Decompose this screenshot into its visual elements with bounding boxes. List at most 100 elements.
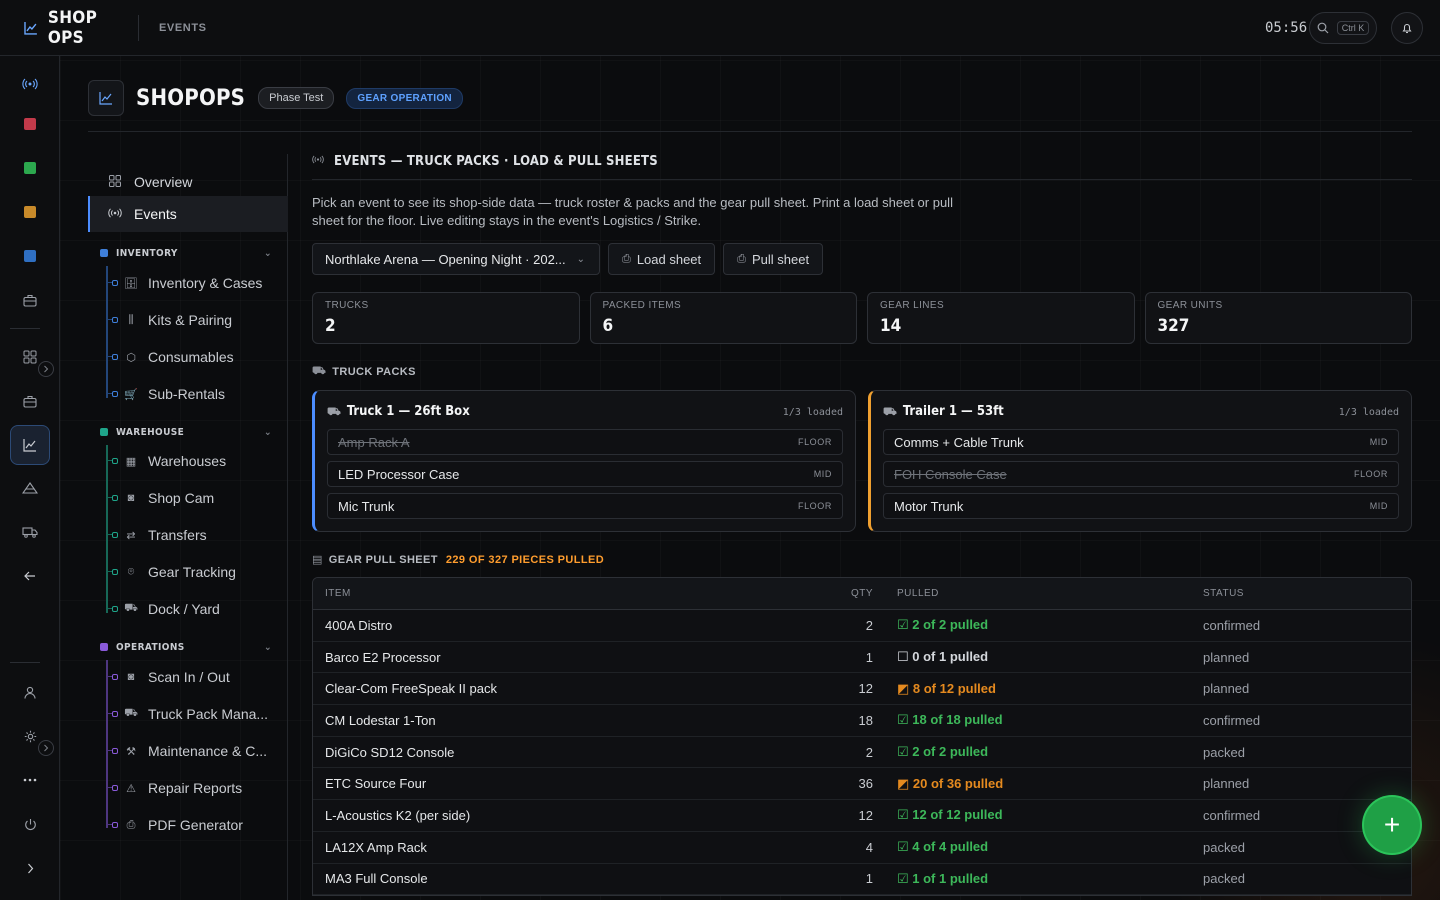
column-header[interactable]: QTY bbox=[803, 588, 873, 599]
column-header[interactable]: ITEM bbox=[313, 588, 803, 599]
nav-item-kits-pairing[interactable]: ⫼ Kits & Pairing bbox=[88, 305, 288, 335]
nav-item-sub-rentals[interactable]: 🛒 Sub-Rentals bbox=[88, 379, 288, 409]
nav-item-dock-yard[interactable]: ⛟ Dock / Yard bbox=[88, 594, 288, 624]
breadcrumb[interactable]: EVENTS bbox=[159, 22, 207, 34]
subhead-label: GEAR PULL SHEET bbox=[328, 553, 438, 566]
nav-overview[interactable]: Overview bbox=[88, 164, 288, 200]
expand-chevron-icon[interactable] bbox=[38, 740, 54, 756]
event-select[interactable]: Northlake Arena — Opening Night · 202...… bbox=[312, 243, 600, 275]
nav-item-warehouses[interactable]: ▦ Warehouses bbox=[88, 446, 288, 476]
load-sheet-button[interactable]: ⎙ Load sheet bbox=[608, 243, 716, 275]
amber-square-icon bbox=[24, 206, 36, 218]
notifications-button[interactable] bbox=[1391, 12, 1423, 44]
table-row[interactable]: CM Lodestar 1-Ton 18 ☑ 18 of 18 pulled conf… bbox=[313, 705, 1411, 737]
rail-red-module[interactable] bbox=[10, 104, 50, 144]
nav-item-pdf-generator[interactable]: ⎙ PDF Generator bbox=[88, 810, 288, 840]
item-name: ETC Source Four bbox=[325, 776, 427, 792]
nav-group-warehouse[interactable]: WAREHOUSE ⌄ bbox=[88, 422, 288, 442]
brand[interactable]: SHOP OPS bbox=[24, 8, 138, 48]
search-button[interactable]: Ctrl K bbox=[1309, 12, 1377, 44]
column-header[interactable]: STATUS bbox=[1203, 588, 1403, 599]
user-icon bbox=[24, 686, 36, 699]
nav-label: Consumables bbox=[148, 349, 234, 365]
case-row[interactable]: LED Processor Case MID bbox=[327, 461, 843, 487]
table-row[interactable]: Barco E2 Processor 1 ☐ 0 of 1 pulled planne… bbox=[313, 642, 1411, 674]
chart-icon bbox=[88, 80, 124, 116]
item-status: confirmed bbox=[1203, 617, 1261, 633]
column-header[interactable]: PULLED bbox=[873, 588, 1203, 599]
item-qty: 12 bbox=[858, 681, 873, 697]
case-row[interactable]: Amp Rack A FLOOR bbox=[327, 429, 843, 455]
nav-item-consumables[interactable]: ⬡ Consumables bbox=[88, 342, 288, 372]
divider bbox=[138, 14, 139, 41]
case-position: MID bbox=[813, 469, 832, 479]
rail-events-button[interactable] bbox=[10, 64, 50, 104]
pull-sheet-button[interactable]: ⎙ Pull sheet bbox=[723, 243, 824, 275]
rail-cases-button[interactable] bbox=[10, 381, 50, 421]
rail-tent-button[interactable] bbox=[10, 468, 50, 508]
case-row[interactable]: Mic Trunk FLOOR bbox=[327, 493, 843, 519]
rail-expand-button[interactable] bbox=[10, 848, 50, 888]
add-button[interactable]: + bbox=[1364, 797, 1420, 853]
rail-green-module[interactable] bbox=[10, 148, 50, 188]
stat-packed-items: PACKED ITEMS 6 bbox=[589, 292, 857, 344]
table-row[interactable]: DiGiCo SD12 Console 2 ☑ 2 of 2 pulled packe… bbox=[313, 737, 1411, 769]
table-row[interactable]: ETC Source Four 36 ◩ 20 of 36 pulled planne… bbox=[313, 768, 1411, 801]
section-title-text: EVENTS — TRUCK PACKS · LOAD & PULL SHEET… bbox=[334, 153, 658, 169]
case-name: Amp Rack A bbox=[338, 434, 410, 450]
item-status: packed bbox=[1203, 871, 1245, 887]
table-row[interactable]: LA12X Amp Rack 4 ☑ 4 of 4 pulled packed bbox=[313, 832, 1411, 864]
table-row[interactable]: Clear-Com FreeSpeak II pack 12 ◩ 8 of 12 p… bbox=[313, 673, 1411, 706]
pulled-status: ☐ 0 of 1 pulled bbox=[897, 649, 989, 665]
truck-name: Truck 1 — 26ft Box bbox=[346, 404, 470, 419]
case-row[interactable]: Comms + Cable Trunk MID bbox=[883, 429, 1399, 455]
green-square-icon bbox=[24, 162, 36, 174]
nav-item-maintenance[interactable]: ⚒ Maintenance & C... bbox=[88, 736, 288, 766]
case-row[interactable]: Motor Trunk MID bbox=[883, 493, 1399, 519]
stats-row: TRUCKS 2 PACKED ITEMS 6 GEAR LINES 14 GE… bbox=[312, 292, 1412, 344]
rail-blue-module[interactable] bbox=[10, 236, 50, 276]
table-row[interactable]: L-Acoustics K2 (per side) 12 ☑ 12 of 12 pu… bbox=[313, 800, 1411, 832]
rail-inventory-button[interactable] bbox=[10, 280, 50, 320]
grid-icon bbox=[23, 350, 37, 364]
truck-card[interactable]: ⛟ Truck 1 — 26ft Box 1/3 loaded Amp Rack … bbox=[312, 390, 856, 532]
nav-label: Inventory & Cases bbox=[148, 275, 263, 291]
case-position: FLOOR bbox=[797, 437, 832, 447]
nav-group-inventory[interactable]: INVENTORY ⌄ bbox=[88, 243, 288, 263]
nav-item-transfers[interactable]: ⇄ Transfers bbox=[88, 520, 288, 550]
nav-item-repair-reports[interactable]: ⚠ Repair Reports bbox=[88, 773, 288, 803]
nav-item-shop-cam[interactable]: ◙ Shop Cam bbox=[88, 483, 288, 513]
rail-power-button[interactable] bbox=[10, 804, 50, 844]
rail-shopops-button[interactable] bbox=[10, 425, 50, 465]
chart-icon bbox=[23, 439, 36, 452]
broadcast-icon bbox=[108, 207, 122, 221]
table-row[interactable]: 400A Distro 2 ☑ 2 of 2 pulled confirmed bbox=[313, 610, 1411, 642]
rail-back-button[interactable] bbox=[10, 556, 50, 596]
rail-profile-button[interactable] bbox=[10, 672, 50, 712]
nav-item-inventory-cases[interactable]: 🗄 Inventory & Cases bbox=[88, 268, 288, 298]
stat-value: 14 bbox=[880, 316, 902, 336]
truck-icon: ⛟ bbox=[124, 602, 138, 614]
nav-label: Transfers bbox=[148, 527, 207, 543]
rail-truck-button[interactable] bbox=[10, 512, 50, 552]
mode-badge: GEAR OPERATION bbox=[346, 87, 463, 109]
case-row[interactable]: FOH Console Case FLOOR bbox=[883, 461, 1399, 487]
group-label: OPERATIONS bbox=[116, 641, 185, 653]
printer-icon: ⎙ bbox=[126, 818, 136, 831]
nav-events[interactable]: Events bbox=[88, 196, 288, 232]
nav-item-gear-tracking[interactable]: ⌾ Gear Tracking bbox=[88, 557, 288, 587]
table-row[interactable]: MA3 Full Console 1 ☑ 1 of 1 pulled packed bbox=[313, 864, 1411, 896]
nav-group-operations[interactable]: OPERATIONS ⌄ bbox=[88, 637, 288, 657]
group-color-dot bbox=[100, 249, 108, 257]
wrench-icon: ⚒ bbox=[126, 745, 136, 758]
truck-packs-heading: ⛟ TRUCK PACKS bbox=[312, 365, 1412, 379]
truck-card[interactable]: ⛟ Trailer 1 — 53ft 1/3 loaded Comms + Cab… bbox=[868, 390, 1412, 532]
rail-more-button[interactable] bbox=[10, 760, 50, 800]
item-status: planned bbox=[1203, 681, 1250, 697]
nav-item-truck-pack-manager[interactable]: ⛟ Truck Pack Mana... bbox=[88, 699, 288, 729]
more-icon bbox=[23, 778, 37, 782]
nav-item-scan-in-out[interactable]: ◙ Scan In / Out bbox=[88, 662, 288, 692]
rail-amber-module[interactable] bbox=[10, 192, 50, 232]
expand-chevron-icon[interactable] bbox=[38, 361, 54, 377]
phase-chip[interactable]: Phase Test bbox=[258, 87, 335, 109]
